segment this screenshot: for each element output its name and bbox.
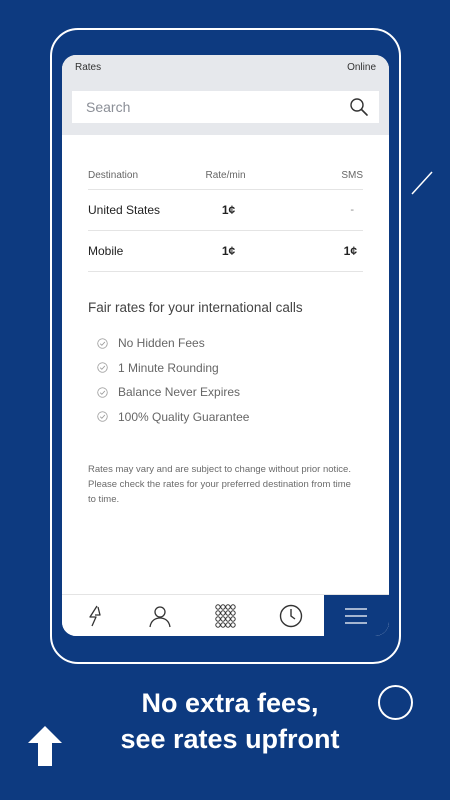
menu-icon	[345, 607, 368, 624]
sms-value: 1¢	[343, 244, 357, 258]
list-item: Balance Never Expires	[97, 380, 389, 405]
slash-decoration-icon	[411, 171, 433, 195]
search-icon[interactable]	[349, 97, 369, 117]
rates-table: Destination Rate/min SMS United States 1…	[88, 161, 363, 272]
check-circle-icon	[97, 362, 108, 373]
rates-disclaimer: Rates may vary and are subject to change…	[88, 464, 351, 505]
arrow-up-icon	[28, 726, 62, 766]
search-bar	[62, 80, 389, 135]
column-rate: Rate/min	[205, 169, 246, 181]
list-item: 1 Minute Rounding	[97, 356, 389, 381]
nav-menu-button[interactable]	[323, 595, 389, 636]
table-row: Mobile 1¢ 1¢	[88, 231, 363, 272]
promo-line-2: see rates upfront	[120, 724, 340, 754]
check-circle-icon	[97, 411, 108, 422]
dialpad-icon	[214, 603, 236, 628]
bottom-nav	[62, 594, 389, 636]
rate-value: 1¢	[221, 244, 236, 258]
search-box[interactable]	[72, 91, 379, 123]
status-bar: Rates Online	[62, 55, 389, 80]
feature-label: No Hidden Fees	[118, 336, 205, 351]
column-destination: Destination	[88, 169, 139, 181]
rate-value: 1¢	[221, 203, 236, 217]
sms-value: -	[350, 204, 354, 216]
table-row: United States 1¢ -	[88, 190, 363, 231]
feature-list: No Hidden Fees 1 Minute Rounding Balance…	[97, 331, 389, 429]
screen-title: Rates	[75, 62, 102, 73]
feature-label: 100% Quality Guarantee	[118, 409, 250, 424]
nav-lightning-button[interactable]	[62, 595, 127, 636]
connection-status: Online	[347, 62, 376, 73]
check-circle-icon	[97, 387, 108, 398]
app-screen: Rates Online Destination Rate/min SMS Un…	[62, 55, 389, 636]
destination-name: Mobile	[88, 244, 124, 258]
column-sms: SMS	[341, 169, 363, 181]
nav-dialpad-button[interactable]	[193, 595, 258, 636]
rates-table-header: Destination Rate/min SMS	[88, 161, 363, 190]
feature-label: Balance Never Expires	[118, 385, 241, 400]
fair-rates-title: Fair rates for your international calls	[88, 300, 303, 315]
destination-name: United States	[88, 203, 161, 217]
nav-profile-button[interactable]	[127, 595, 192, 636]
list-item: 100% Quality Guarantee	[97, 405, 389, 430]
promo-line-1: No extra fees,	[141, 688, 319, 718]
check-circle-icon	[97, 338, 108, 349]
list-item: No Hidden Fees	[97, 331, 389, 356]
person-icon	[149, 605, 171, 627]
clock-icon	[279, 604, 303, 627]
nav-history-button[interactable]	[258, 595, 323, 636]
lightning-icon	[89, 605, 101, 626]
search-input[interactable]	[86, 99, 349, 115]
feature-label: 1 Minute Rounding	[118, 360, 219, 375]
promo-headline: No extra fees, see rates upfront	[70, 685, 390, 757]
